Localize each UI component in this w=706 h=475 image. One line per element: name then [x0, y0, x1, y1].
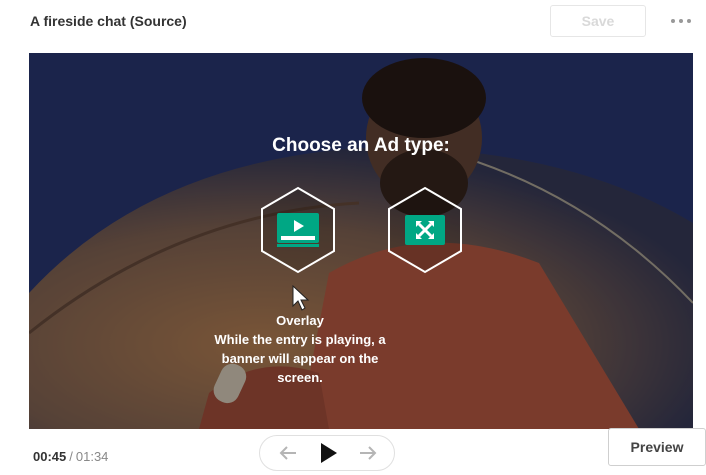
tooltip-title: Overlay — [276, 313, 324, 328]
play-icon — [321, 443, 337, 463]
save-button[interactable]: Save — [550, 5, 646, 37]
ad-type-heading: Choose an Ad type: — [272, 135, 450, 156]
fullscreen-ad-option[interactable] — [386, 186, 464, 274]
playback-controls — [259, 435, 395, 471]
preview-button[interactable]: Preview — [608, 428, 706, 466]
ad-type-tooltip: Overlay While the entry is playing, a ba… — [200, 311, 400, 387]
step-back-button[interactable] — [276, 436, 300, 470]
more-options-icon[interactable] — [664, 9, 698, 33]
step-forward-button[interactable] — [356, 436, 380, 470]
fullscreen-ad-icon — [405, 215, 445, 245]
play-button[interactable] — [314, 436, 342, 470]
time-separator: / — [69, 449, 73, 464]
arrow-left-icon — [279, 446, 296, 460]
arrow-right-icon — [360, 446, 377, 460]
mouse-cursor-icon — [292, 285, 310, 311]
editor-header: A fireside chat (Source) Save — [0, 0, 706, 46]
entry-title: A fireside chat (Source) — [30, 13, 187, 29]
video-preview: Choose an Ad type: Overlay While the ent… — [29, 53, 693, 429]
duration: 01:34 — [75, 449, 109, 464]
tooltip-description: While the entry is playing, a banner wil… — [214, 332, 386, 385]
current-time: 00:45 — [33, 449, 67, 464]
overlay-ad-icon — [277, 213, 319, 247]
time-display: 00:45/01:34 — [33, 449, 108, 464]
overlay-ad-option[interactable] — [259, 186, 337, 274]
